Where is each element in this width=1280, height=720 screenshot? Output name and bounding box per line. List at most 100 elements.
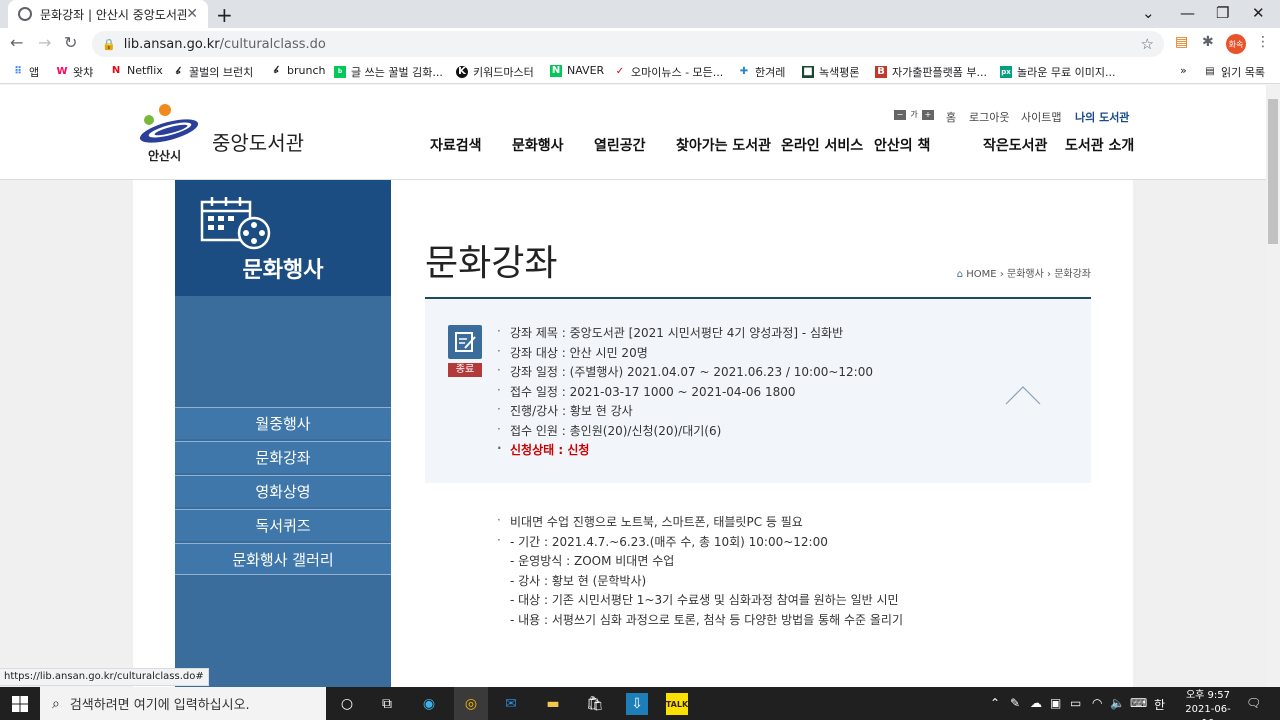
breadcrumb-home[interactable]: HOME [966, 269, 996, 280]
tray-expand-icon[interactable]: ⌃ [990, 696, 1000, 710]
chevron-up-icon[interactable] [1005, 385, 1041, 405]
desc-period: - 기간 : 2021.4.7.~6.23.(매주 수, 총 10회) 10:0… [497, 533, 903, 553]
font-decrease-button[interactable]: − [894, 110, 906, 120]
bookmark-keyword-master[interactable]: K 키워드마스터 [456, 64, 534, 80]
breadcrumb-separator-icon: › [999, 269, 1004, 280]
bookmarks-more-button[interactable]: » [1180, 64, 1187, 77]
side-nav-cultural-class[interactable]: 문화강좌 [175, 441, 391, 473]
bookmark-blog[interactable]: b글 쓰는 꿀벌 김화... [334, 64, 443, 80]
font-increase-button[interactable]: + [922, 110, 934, 120]
url-path: /culturalclass.do [219, 36, 326, 52]
link-status-bar: https://lib.ansan.go.kr/culturalclass.do… [0, 668, 209, 686]
reload-icon[interactable]: ↻ [64, 33, 77, 52]
tray-battery-icon[interactable]: ▭ [1070, 696, 1081, 710]
bookmark-self-publish[interactable]: B 자가출판플랫폼 부... [875, 64, 987, 80]
bookmark-netflix[interactable]: N Netflix [110, 64, 163, 77]
close-window-button[interactable]: ✕ [1252, 4, 1265, 22]
apps-grid-icon: ⠿ [14, 66, 22, 77]
notification-icon[interactable]: 🗨 [1246, 696, 1261, 710]
util-mylib-link[interactable]: 나의 도서관 [1075, 109, 1129, 125]
address-bar[interactable]: 🔒 lib.ansan.go.kr/culturalclass.do ☆ [92, 31, 1164, 57]
new-tab-button[interactable]: + [216, 3, 233, 27]
tray-cloud-icon[interactable]: ☁ [1030, 696, 1042, 710]
gnb-online-service[interactable]: 온라인 서비스 [781, 135, 863, 155]
site-logo[interactable]: 안산시 [136, 103, 202, 163]
breadcrumb-section[interactable]: 문화행사 [1007, 269, 1044, 280]
reading-list-button[interactable]: ▤ 읽기 목록 [1204, 64, 1265, 80]
windows-start-icon[interactable] [12, 696, 28, 712]
keyword-master-icon: K [456, 66, 468, 78]
tray-ime-icon[interactable]: ⌨ [1130, 696, 1147, 710]
gnb-ansan-book[interactable]: 안산의 책 [874, 135, 930, 155]
maximize-button[interactable]: ❐ [1216, 4, 1229, 22]
task-view-icon[interactable]: ⧉ [376, 693, 398, 715]
mail-icon[interactable]: ✉ [500, 693, 522, 715]
page-scrollbar[interactable] [1266, 85, 1280, 687]
scrollbar-thumb[interactable] [1268, 99, 1278, 244]
bookmark-bee-brunch[interactable]: 𝒷 꿀벌의 브런치 [172, 64, 253, 80]
desc-content: - 내용 : 서평쓰기 심화 과정으로 토론, 첨삭 등 다양한 방법을 통해 … [510, 612, 903, 627]
tray-pen-icon[interactable]: ✎ [1010, 696, 1020, 710]
tray-volume-icon[interactable]: 🔈 [1110, 696, 1125, 710]
util-logout-link[interactable]: 로그아웃 [969, 109, 1009, 125]
store-icon[interactable]: 🛍 [584, 693, 606, 715]
forward-icon[interactable]: → [38, 33, 51, 52]
tray-wifi-icon[interactable]: ◠ [1092, 696, 1102, 710]
bookmark-apps[interactable]: ⠿ 앱 [12, 64, 39, 80]
info-instructor: 진행/강사 : 황보 현 강사 [497, 402, 873, 422]
back-icon[interactable]: ← [10, 33, 23, 52]
bookmark-green-review[interactable]: ■ 녹색평론 [802, 64, 859, 80]
bookmarks-bar: ⠿ 앱 W 왓챠 N Netflix 𝒷 꿀벌의 브런치 𝒷 brunch b글 쓰는 꿀… [0, 60, 1280, 84]
taskbar-search-box[interactable]: ⌕ 검색하려면 여기에 입력하십시오. [40, 687, 326, 720]
edge-icon[interactable]: ◉ [418, 693, 440, 715]
util-sitemap-link[interactable]: 사이트맵 [1021, 109, 1061, 125]
desc-requirement: 비대면 수업 진행으로 노트북, 스마트폰, 태블릿PC 등 필요 [497, 513, 903, 533]
side-nav-gallery[interactable]: 문화행사 갤러리 [175, 543, 391, 575]
side-nav-monthly-events[interactable]: 월중행사 [175, 407, 391, 439]
side-nav-title: 문화행사 [242, 258, 324, 283]
extensions-puzzle-icon[interactable]: ✱ [1202, 34, 1214, 50]
gnb-search[interactable]: 자료검색 [430, 135, 482, 155]
profile-avatar[interactable]: 화속 [1226, 34, 1246, 54]
minimize-button[interactable]: — [1180, 4, 1195, 22]
ime-korean[interactable]: 한 [1154, 696, 1165, 713]
browser-tab[interactable]: 문화강좌 | 안산시 중앙도서관 ✕ [8, 0, 208, 28]
gnb-cultural-events[interactable]: 문화행사 [512, 135, 564, 155]
breadcrumb-current[interactable]: 문화강좌 [1054, 269, 1091, 280]
bookmark-star-icon[interactable]: ☆ [1141, 35, 1154, 53]
file-explorer-icon[interactable]: ▬ [542, 693, 564, 715]
taskbar-clock[interactable]: 오후 9:57 2021-06-10 [1180, 689, 1236, 720]
side-nav-reading-quiz[interactable]: 독서퀴즈 [175, 509, 391, 541]
page-title: 문화강좌 [425, 243, 558, 284]
chrome-icon[interactable]: ◎ [454, 687, 488, 720]
naver-icon: N [550, 64, 562, 77]
bookmark-brunch[interactable]: 𝒷 brunch [270, 64, 326, 77]
bookmark-ohmynews[interactable]: ✓ 오마이뉴스 - 모든... [614, 64, 724, 80]
breadcrumb-separator-icon: › [1047, 269, 1051, 280]
kakaotalk-icon[interactable]: TALK [666, 693, 688, 715]
menu-kebab-icon[interactable]: ⋮ [1256, 34, 1270, 50]
bookmark-naver[interactable]: N NAVER [550, 64, 604, 77]
bookmark-free-images[interactable]: px 놀라운 무료 이미지... [1000, 64, 1115, 80]
cortana-icon[interactable]: ○ [336, 693, 358, 715]
info-capacity: 접수 인원 : 총인원(20)/신청(20)/대기(6) [497, 422, 873, 442]
bookk-icon: B [875, 66, 887, 78]
close-tab-icon[interactable]: ✕ [186, 6, 198, 22]
side-navigation: 문화행사 월중행사 문화강좌 영화상영 독서퀴즈 문화행사 갤러리 [175, 180, 391, 687]
bookmark-watcha[interactable]: W 왓챠 [56, 64, 93, 80]
site-header: 안산시 중앙도서관 − 가 + 홈 로그아웃 사이트맵 나의 도서관 자료검색 … [0, 85, 1266, 180]
netflix-icon: N [111, 64, 121, 76]
side-nav-movie[interactable]: 영화상영 [175, 475, 391, 507]
app-icon[interactable]: ⇩ [626, 693, 648, 715]
extension-icon[interactable]: ▤ [1175, 34, 1188, 50]
ohmynews-icon: ✓ [615, 66, 625, 77]
bookmark-hani[interactable]: ✚ 한겨레 [738, 64, 786, 80]
gnb-small-library[interactable]: 작은도서관 [983, 135, 1047, 155]
gnb-outreach-library[interactable]: 찾아가는 도서관 [676, 135, 771, 155]
desc-instructor: - 강사 : 황보 현 (문학박사) [510, 573, 647, 588]
tab-search-icon[interactable]: ⌄ [1142, 4, 1155, 22]
gnb-library-intro[interactable]: 도서관 소개 [1065, 135, 1134, 155]
tray-device-icon[interactable]: ▣ [1050, 696, 1061, 710]
util-home-link[interactable]: 홈 [946, 109, 956, 125]
gnb-open-space[interactable]: 열린공간 [594, 135, 646, 155]
